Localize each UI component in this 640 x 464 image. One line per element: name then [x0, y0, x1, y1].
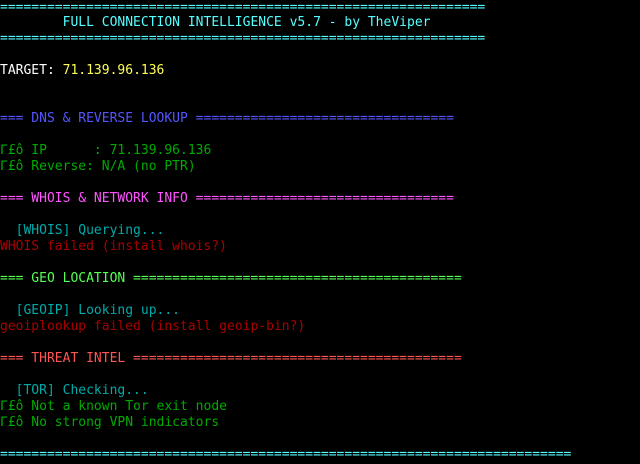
banner-top-rule: ========================================… [0, 0, 486, 15]
geo-error: geoiplookup failed (install geoip-bin?) [0, 319, 306, 334]
threat-section-header: === THREAT INTEL =======================… [0, 351, 462, 366]
target-line: TARGET: 71.139.96.136 [0, 63, 164, 79]
vpn-result: Γ£ô No strong VPN indicators [0, 415, 220, 430]
whois-error: WHOIS failed (install whois?) [0, 239, 227, 254]
footer-rule: ========================================… [0, 447, 572, 462]
dns-ip-line: Γ£ô IP : 71.139.96.136 [0, 143, 212, 158]
target-ip: 71.139.96.136 [62, 63, 165, 78]
whois-status: [WHOIS] Querying... [0, 223, 165, 238]
dns-section-header: === DNS & REVERSE LOOKUP ===============… [0, 111, 454, 126]
geo-status: [GEOIP] Looking up... [0, 303, 181, 318]
dns-reverse-line: Γ£ô Reverse: N/A (no PTR) [0, 159, 196, 174]
geo-section-header: === GEO LOCATION =======================… [0, 271, 462, 286]
tor-status: [TOR] Checking... [0, 383, 149, 398]
target-label: TARGET: [0, 63, 63, 78]
whois-section-header: === WHOIS & NETWORK INFO ===============… [0, 191, 454, 206]
banner-title: FULL CONNECTION INTELLIGENCE v5.7 - by T… [0, 15, 431, 30]
tor-result: Γ£ô Not a known Tor exit node [0, 399, 227, 414]
banner-bottom-rule: ========================================… [0, 31, 486, 46]
